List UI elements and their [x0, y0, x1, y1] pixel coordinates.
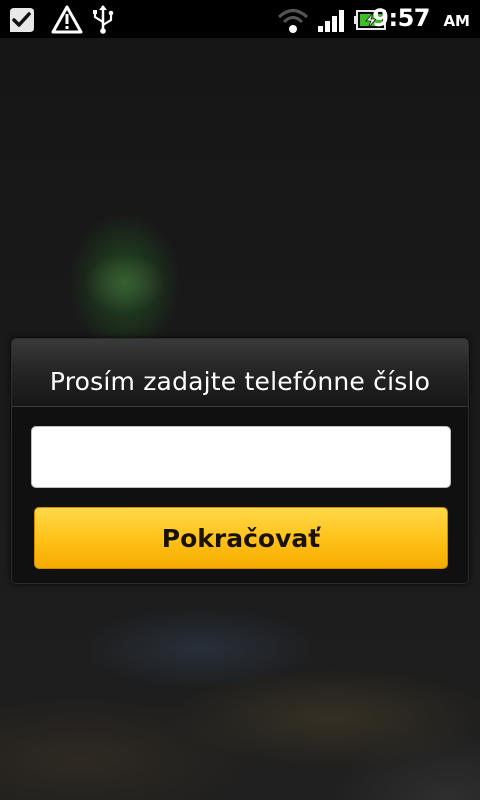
status-ampm: AM	[443, 12, 470, 30]
signal-icon	[316, 8, 348, 38]
dialog-header: Prosím zadajte telefónne číslo	[12, 339, 468, 407]
status-time: 9:57	[372, 4, 430, 32]
continue-button[interactable]: Pokračovať	[34, 507, 448, 569]
phone-number-dialog: Prosím zadajte telefónne číslo Pokračova…	[11, 338, 469, 584]
usb-icon	[90, 4, 116, 38]
warning-icon	[50, 4, 84, 38]
phone-number-input[interactable]	[31, 426, 451, 488]
notification-check-icon	[6, 4, 36, 38]
wifi-icon	[276, 6, 310, 38]
dialog-title: Prosím zadajte telefónne číslo	[49, 367, 431, 396]
status-bar: 9:57 AM	[0, 0, 480, 38]
continue-button-label: Pokračovať	[161, 523, 321, 553]
